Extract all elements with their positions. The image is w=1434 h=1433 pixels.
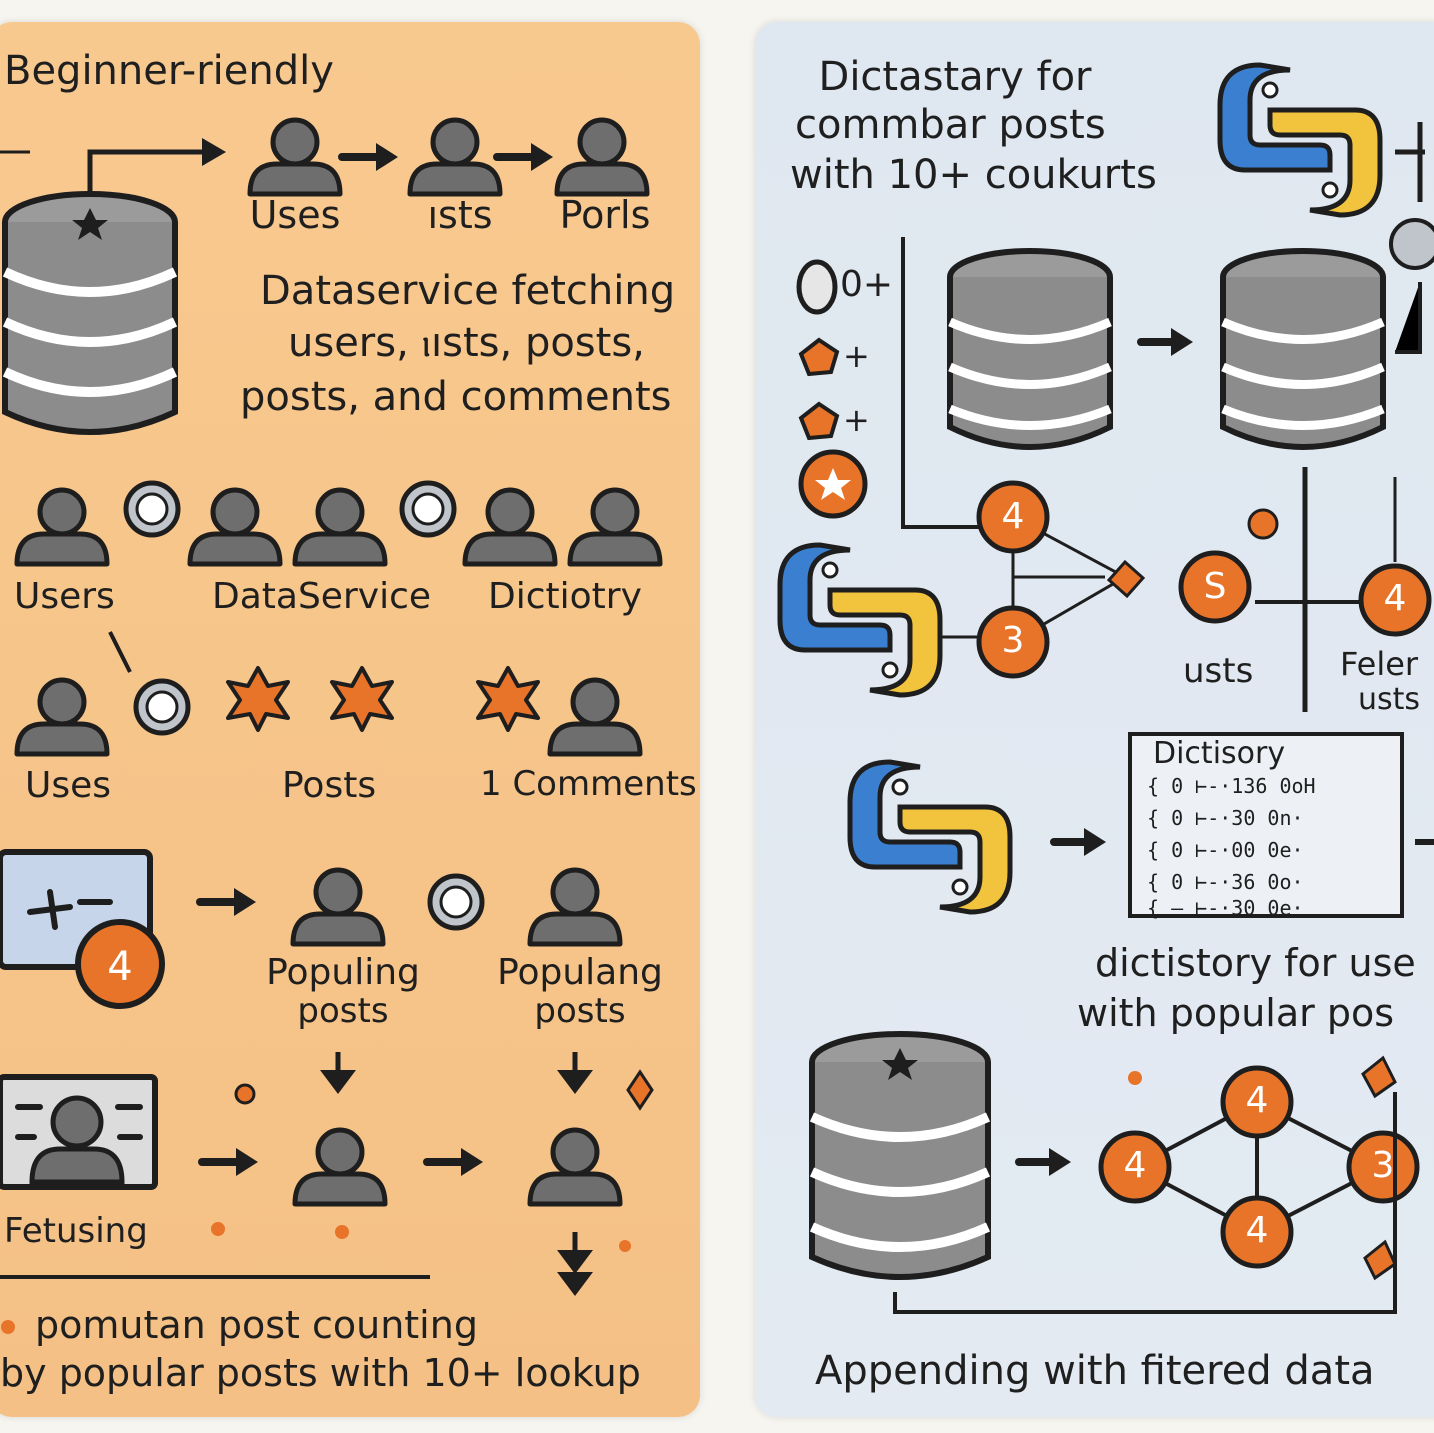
node-value-1: 4 (1001, 496, 1025, 537)
user-icon (570, 490, 660, 564)
badge-icon (430, 876, 482, 928)
node-label-usts: usts (1183, 651, 1254, 691)
popular-label-2b: posts (534, 991, 626, 1031)
post-icon (226, 666, 290, 732)
dictionary-box-title: Dictisory (1153, 736, 1286, 771)
legend-circle-icon (796, 259, 838, 315)
node-value-4: 4 (1383, 578, 1407, 619)
label-lists: ısts (427, 193, 493, 237)
connector-line (87, 149, 210, 192)
arrow-icon (342, 143, 398, 171)
profile-card-icon (0, 1074, 158, 1190)
left-title: Beginner-riendly (4, 48, 334, 94)
row1-label-users: Users (14, 576, 115, 617)
user-icon (295, 1130, 385, 1204)
badge-icon (136, 681, 188, 733)
popular-label-1a: Populing (266, 952, 420, 993)
graph-value-top: 4 (1245, 1080, 1269, 1121)
node-value-3: S (1203, 566, 1227, 607)
python-logo-icon (1220, 60, 1380, 220)
user-icon (190, 490, 280, 564)
screen-icon (0, 849, 165, 1009)
arrow-icon (202, 1148, 258, 1176)
user-icon (295, 490, 385, 564)
footer-line-2: by popular posts with 10+ lookup (0, 1351, 641, 1395)
label-uses: Uses (249, 193, 341, 237)
dictionary-row-4: { 0 ⊢-·36 0o· (1147, 870, 1304, 894)
badge-number: 4 (107, 944, 132, 990)
row2-label-posts: Posts (282, 765, 377, 806)
popular-label-2a: Populang (497, 952, 663, 993)
left-panel: 4 Beginner-riendly Uses ısts Porls Datas… (0, 22, 700, 1417)
graph-value-right: 3 (1371, 1145, 1395, 1186)
result-text-line-2: with popular pos (1077, 991, 1394, 1035)
row1-label-dictionary: Dictiotry (488, 576, 642, 617)
row2-label-comments: 1 Comments (480, 764, 697, 804)
database-icon (950, 251, 1110, 447)
description-line-1: Dataservice fetching (260, 268, 676, 314)
arrow-icon (1054, 828, 1106, 856)
right-title-line-1: Dictastary for (818, 54, 1092, 100)
node-value-2: 3 (1001, 620, 1025, 661)
post-icon (330, 666, 394, 732)
badge-icon (402, 483, 454, 535)
user-icon (530, 870, 620, 944)
database-icon (1223, 251, 1383, 447)
arrow-icon (1141, 328, 1193, 356)
database-icon (2, 191, 178, 435)
arrow-icon (1019, 1148, 1071, 1176)
dictionary-row-2: { 0 ⊢-·30 0n· (1147, 806, 1304, 830)
user-icon (17, 680, 107, 754)
user-icon (465, 490, 555, 564)
arrow-icon (497, 143, 553, 171)
legend-pentagon-icon (798, 337, 840, 377)
user-icon (530, 1130, 620, 1204)
label-posts: Porls (559, 193, 651, 237)
arrow-icon (427, 1148, 483, 1176)
dictionary-row-1: { 0 ⊢-·136 0oH (1147, 774, 1316, 798)
row2-label-uses: Uses (25, 765, 112, 806)
user-icon (550, 680, 640, 754)
dictionary-row-5: { — ⊢-·30 0e· (1147, 896, 1304, 920)
description-line-2: users, ⲓısts, posts, (288, 320, 645, 366)
result-text-line-1: dictistory for use (1095, 941, 1416, 985)
node-label-usts-2: usts (1358, 682, 1421, 717)
legend-label-1: 0+ (840, 264, 894, 305)
user-icon (17, 490, 107, 564)
fetch-label: Fetusing (4, 1211, 148, 1251)
user-icon (250, 120, 340, 194)
graph-value-bottom: 4 (1245, 1210, 1269, 1251)
right-footer: Appending with fitered data (815, 1348, 1375, 1394)
right-panel-illustration (755, 22, 1434, 1314)
python-logo-icon (780, 540, 940, 700)
right-title-line-2: commbar posts (795, 102, 1106, 148)
description-line-3: posts, and comments (240, 374, 672, 420)
popular-label-1b: posts (297, 991, 389, 1031)
footer-line-1: pomutan post counting (35, 1303, 478, 1347)
legend-pentagon-icon (798, 401, 840, 441)
right-title-line-3: with 10+ coukurts (790, 152, 1157, 198)
python-logo-icon (850, 757, 1010, 917)
right-panel: Dictastary for commbar posts with 10+ co… (755, 22, 1434, 1417)
user-icon (410, 120, 500, 194)
graph-value-left: 4 (1123, 1145, 1147, 1186)
row1-label-dataservice: DataService (212, 576, 432, 617)
node-label-feler: Feler (1340, 645, 1419, 683)
dictionary-row-3: { 0 ⊢-·00 0e· (1147, 838, 1304, 862)
arrow-icon (200, 888, 256, 916)
legend-label-2: + (843, 337, 870, 375)
post-icon (476, 666, 540, 732)
legend-label-3: + (843, 401, 870, 439)
database-icon (809, 1031, 991, 1280)
user-icon (557, 120, 647, 194)
user-icon (293, 870, 383, 944)
badge-icon (126, 483, 178, 535)
